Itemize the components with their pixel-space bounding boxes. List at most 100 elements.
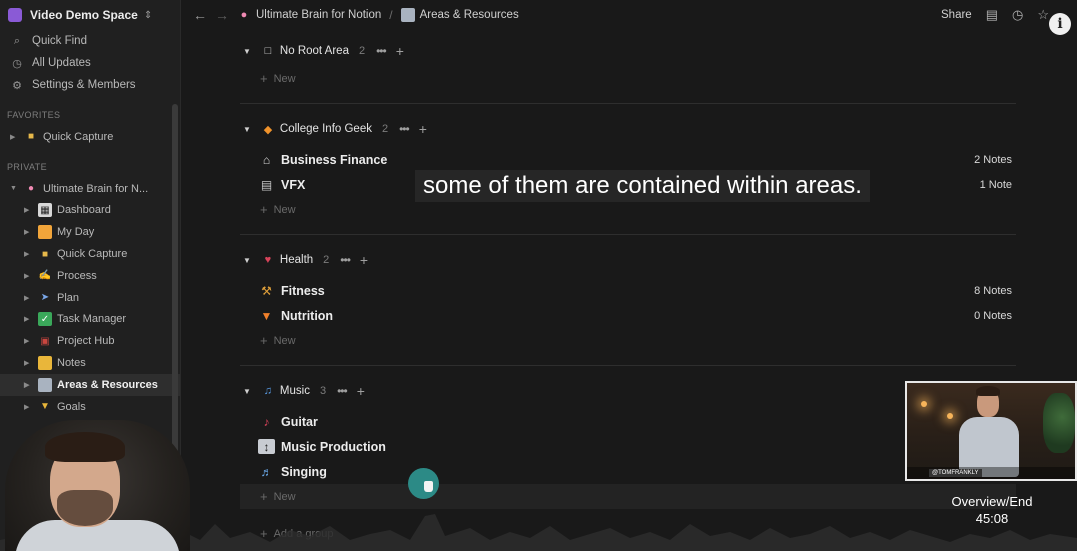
list-item[interactable]: ♪ Guitar: [240, 409, 1016, 434]
group-header[interactable]: ▼ □ No Root Area 2 ••• +: [240, 36, 1016, 66]
check-mark-icon: ✓: [38, 312, 52, 327]
workspace-switcher[interactable]: Video Demo Space ⇕: [0, 0, 180, 30]
expand-triangle-icon[interactable]: ▶: [24, 403, 32, 411]
guitar-icon: ♪: [263, 414, 270, 429]
picture-in-picture-video[interactable]: @TOMFRANKLY: [905, 381, 1077, 481]
back-arrow-icon[interactable]: ←: [193, 7, 207, 23]
sidebar-item-my-day[interactable]: ▶ My Day: [0, 221, 180, 243]
workspace-name: Video Demo Space: [30, 8, 138, 22]
list-item[interactable]: ♬ Singing: [240, 459, 1016, 484]
list-item[interactable]: ⌂ Business Finance 2 Notes: [240, 147, 1016, 172]
settings-members-button[interactable]: ⚙ Settings & Members: [0, 74, 180, 96]
brain-icon: ●: [27, 183, 35, 195]
forward-arrow-icon[interactable]: →: [215, 7, 229, 23]
heart-icon: ♥: [264, 254, 272, 266]
breadcrumb-ultimate-brain[interactable]: ● Ultimate Brain for Notion: [237, 8, 382, 22]
sidebar-item-quick-capture[interactable]: ▶ ■ Quick Capture: [0, 243, 180, 265]
item-name: Fitness: [281, 283, 325, 298]
sidebar-item-label: Ultimate Brain for N...: [43, 182, 149, 195]
add-icon[interactable]: +: [419, 121, 427, 137]
expand-triangle-icon[interactable]: ▶: [24, 381, 32, 389]
expand-triangle-icon[interactable]: ▶: [24, 228, 32, 236]
sidebar-item-ultimate-brain[interactable]: ▼ ● Ultimate Brain for N...: [0, 178, 180, 200]
sidebar-item-task-manager[interactable]: ▶ ✓ Task Manager: [0, 309, 180, 331]
quick-find-button[interactable]: ⌕ Quick Find: [0, 30, 180, 52]
sidebar-item-label: Plan: [57, 291, 80, 304]
pick-icon: ⚒: [261, 283, 272, 298]
group-header[interactable]: ▼ ♥ Health 2 ••• +: [240, 245, 1016, 275]
group-count: 2: [358, 45, 366, 57]
sidebar-item-favorite-quick-capture[interactable]: ▶ ■ Quick Capture: [0, 126, 180, 148]
history-clock-icon[interactable]: ◷: [1012, 7, 1023, 23]
sidebar-item-dashboard[interactable]: ▶ ▦ Dashboard: [0, 200, 180, 222]
new-item-button[interactable]: + New: [240, 484, 1016, 509]
add-icon[interactable]: +: [357, 383, 365, 399]
sidebar-item-areas-resources[interactable]: ▶ Areas & Resources: [0, 373, 180, 396]
more-options-icon[interactable]: •••: [399, 122, 410, 136]
building-icon: ▣: [40, 335, 50, 347]
list-item[interactable]: ⚒ Fitness 8 Notes: [240, 278, 1016, 303]
comment-icon[interactable]: ▤: [986, 7, 998, 23]
new-item-button[interactable]: + New: [240, 328, 1016, 353]
music-note-icon: ♫: [263, 385, 273, 397]
group-header[interactable]: ▼ ♫ Music 3 ••• +: [240, 376, 1016, 406]
pointer-hand-icon: [424, 481, 433, 492]
list-item[interactable]: ▼ Nutrition 0 Notes: [240, 303, 1016, 328]
new-item-button[interactable]: + New: [240, 66, 1016, 91]
more-options-icon[interactable]: •••: [376, 44, 387, 58]
more-options-icon[interactable]: •••: [337, 384, 348, 398]
sidebar-item-goals[interactable]: ▶ ▼ Goals: [0, 396, 180, 418]
expand-triangle-icon[interactable]: ▶: [24, 206, 32, 214]
expand-triangle-icon[interactable]: ▶: [24, 359, 32, 367]
sidebar-item-process[interactable]: ▶ ✍ Process: [0, 265, 180, 287]
sidebar-item-label: Process: [57, 269, 97, 282]
all-updates-button[interactable]: ◷ All Updates: [0, 52, 180, 74]
add-icon[interactable]: +: [360, 252, 368, 268]
presenter-hair: [976, 386, 1000, 396]
college-logo-icon: ◆: [263, 123, 273, 136]
rocket-icon: ➤: [40, 292, 50, 304]
sidebar-item-notes[interactable]: ▶ Notes: [0, 352, 180, 374]
item-name: Music Production: [281, 439, 386, 454]
info-icon[interactable]: i: [1049, 13, 1071, 35]
sidebar-item-plan[interactable]: ▶ ➤ Plan: [0, 287, 180, 309]
sidebar-item-project-hub[interactable]: ▶ ▣ Project Hub: [0, 330, 180, 352]
collapse-triangle-icon[interactable]: ▼: [10, 185, 18, 192]
group-divider: [240, 103, 1016, 104]
group-health: ▼ ♥ Health 2 ••• + ⚒ Fitness 8 Notes ▼ N…: [240, 245, 1016, 366]
group-name: Music: [279, 385, 310, 397]
gear-icon: ⚙: [12, 79, 22, 92]
group-header[interactable]: ▼ ◆ College Info Geek 2 ••• +: [240, 114, 1016, 144]
expand-triangle-icon[interactable]: ▶: [24, 250, 32, 258]
breadcrumb-label: Areas & Resources: [419, 9, 519, 21]
settings-members-label: Settings & Members: [32, 79, 136, 91]
list-item[interactable]: ↕ Music Production: [240, 434, 1016, 459]
item-name: Guitar: [281, 414, 318, 429]
expand-triangle-icon[interactable]: ▶: [24, 315, 32, 323]
more-options-icon[interactable]: •••: [340, 253, 351, 267]
expand-triangle-icon[interactable]: ▶: [10, 133, 18, 141]
group-no-root-area: ▼ □ No Root Area 2 ••• + + New: [240, 36, 1016, 104]
new-label: New: [273, 72, 296, 85]
collapse-triangle-icon[interactable]: ▼: [243, 256, 251, 265]
collapse-triangle-icon[interactable]: ▼: [243, 387, 251, 396]
sidebar-item-label: Quick Capture: [57, 248, 128, 261]
dashboard-icon: ▦: [38, 203, 52, 218]
expand-triangle-icon[interactable]: ▶: [24, 337, 32, 345]
share-button[interactable]: Share: [941, 9, 972, 21]
group-divider: [240, 234, 1016, 235]
expand-triangle-icon[interactable]: ▶: [24, 272, 32, 280]
group-name: Health: [279, 254, 314, 266]
sunrise-icon: [38, 225, 52, 240]
expand-triangle-icon[interactable]: ▶: [24, 294, 32, 302]
breadcrumb-areas-resources[interactable]: Areas & Resources: [400, 8, 519, 22]
add-icon[interactable]: +: [396, 43, 404, 59]
star-icon[interactable]: ☆: [1037, 7, 1049, 23]
plus-icon: +: [260, 333, 268, 348]
item-name: Nutrition: [281, 308, 334, 323]
group-divider: [240, 365, 1016, 366]
collapse-triangle-icon[interactable]: ▼: [243, 125, 251, 134]
collapse-triangle-icon[interactable]: ▼: [243, 47, 251, 56]
item-count: 1 Note: [979, 178, 1012, 191]
sliders-icon: ↕: [258, 439, 275, 454]
